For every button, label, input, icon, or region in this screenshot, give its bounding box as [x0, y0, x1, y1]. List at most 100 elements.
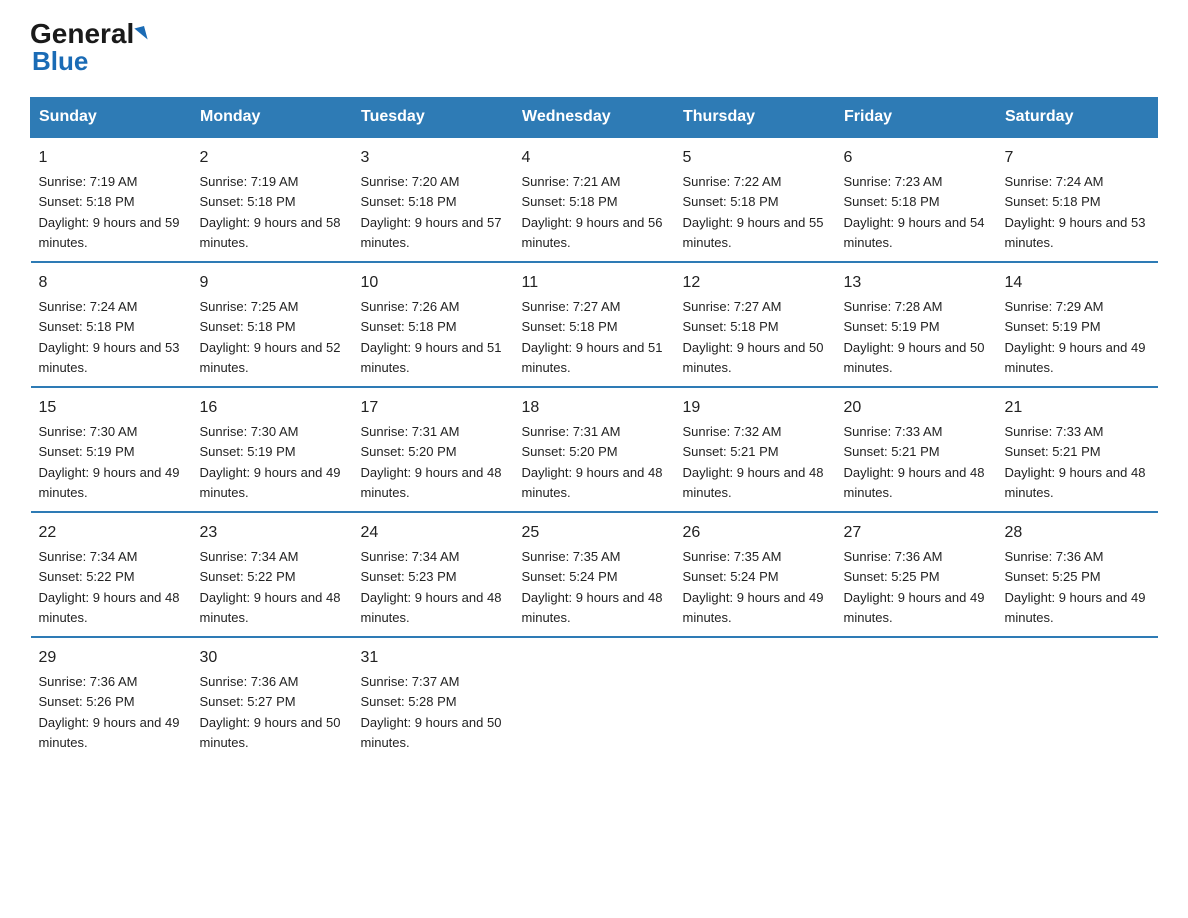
- week-row-3: 15 Sunrise: 7:30 AMSunset: 5:19 PMDaylig…: [31, 387, 1158, 512]
- day-cell-31: 31 Sunrise: 7:37 AMSunset: 5:28 PMDaylig…: [353, 637, 514, 761]
- day-number: 19: [683, 396, 828, 420]
- day-info: Sunrise: 7:30 AMSunset: 5:19 PMDaylight:…: [39, 424, 180, 500]
- day-cell-19: 19 Sunrise: 7:32 AMSunset: 5:21 PMDaylig…: [675, 387, 836, 512]
- day-cell-21: 21 Sunrise: 7:33 AMSunset: 5:21 PMDaylig…: [997, 387, 1158, 512]
- col-header-thursday: Thursday: [675, 98, 836, 138]
- day-number: 13: [844, 271, 989, 295]
- col-header-tuesday: Tuesday: [353, 98, 514, 138]
- day-cell-7: 7 Sunrise: 7:24 AMSunset: 5:18 PMDayligh…: [997, 137, 1158, 262]
- day-cell-1: 1 Sunrise: 7:19 AMSunset: 5:18 PMDayligh…: [31, 137, 192, 262]
- week-row-5: 29 Sunrise: 7:36 AMSunset: 5:26 PMDaylig…: [31, 637, 1158, 761]
- day-cell-13: 13 Sunrise: 7:28 AMSunset: 5:19 PMDaylig…: [836, 262, 997, 387]
- day-info: Sunrise: 7:34 AMSunset: 5:22 PMDaylight:…: [200, 549, 341, 625]
- col-header-friday: Friday: [836, 98, 997, 138]
- day-info: Sunrise: 7:33 AMSunset: 5:21 PMDaylight:…: [844, 424, 985, 500]
- day-cell-29: 29 Sunrise: 7:36 AMSunset: 5:26 PMDaylig…: [31, 637, 192, 761]
- empty-cell: [675, 637, 836, 761]
- day-info: Sunrise: 7:36 AMSunset: 5:25 PMDaylight:…: [1005, 549, 1146, 625]
- day-info: Sunrise: 7:34 AMSunset: 5:23 PMDaylight:…: [361, 549, 502, 625]
- day-number: 23: [200, 521, 345, 545]
- day-info: Sunrise: 7:22 AMSunset: 5:18 PMDaylight:…: [683, 174, 824, 250]
- day-number: 21: [1005, 396, 1150, 420]
- day-cell-25: 25 Sunrise: 7:35 AMSunset: 5:24 PMDaylig…: [514, 512, 675, 637]
- day-number: 26: [683, 521, 828, 545]
- day-cell-10: 10 Sunrise: 7:26 AMSunset: 5:18 PMDaylig…: [353, 262, 514, 387]
- calendar-table: SundayMondayTuesdayWednesdayThursdayFrid…: [30, 97, 1158, 761]
- day-cell-6: 6 Sunrise: 7:23 AMSunset: 5:18 PMDayligh…: [836, 137, 997, 262]
- day-info: Sunrise: 7:37 AMSunset: 5:28 PMDaylight:…: [361, 674, 502, 750]
- day-cell-17: 17 Sunrise: 7:31 AMSunset: 5:20 PMDaylig…: [353, 387, 514, 512]
- col-header-saturday: Saturday: [997, 98, 1158, 138]
- day-cell-8: 8 Sunrise: 7:24 AMSunset: 5:18 PMDayligh…: [31, 262, 192, 387]
- empty-cell: [514, 637, 675, 761]
- day-number: 30: [200, 646, 345, 670]
- day-info: Sunrise: 7:35 AMSunset: 5:24 PMDaylight:…: [522, 549, 663, 625]
- logo: General Blue: [30, 20, 146, 77]
- week-row-2: 8 Sunrise: 7:24 AMSunset: 5:18 PMDayligh…: [31, 262, 1158, 387]
- day-info: Sunrise: 7:29 AMSunset: 5:19 PMDaylight:…: [1005, 299, 1146, 375]
- day-info: Sunrise: 7:28 AMSunset: 5:19 PMDaylight:…: [844, 299, 985, 375]
- day-info: Sunrise: 7:27 AMSunset: 5:18 PMDaylight:…: [522, 299, 663, 375]
- day-cell-16: 16 Sunrise: 7:30 AMSunset: 5:19 PMDaylig…: [192, 387, 353, 512]
- day-number: 27: [844, 521, 989, 545]
- day-info: Sunrise: 7:36 AMSunset: 5:25 PMDaylight:…: [844, 549, 985, 625]
- day-number: 29: [39, 646, 184, 670]
- day-info: Sunrise: 7:35 AMSunset: 5:24 PMDaylight:…: [683, 549, 824, 625]
- day-number: 5: [683, 146, 828, 170]
- day-number: 22: [39, 521, 184, 545]
- day-cell-14: 14 Sunrise: 7:29 AMSunset: 5:19 PMDaylig…: [997, 262, 1158, 387]
- day-number: 25: [522, 521, 667, 545]
- day-number: 10: [361, 271, 506, 295]
- day-cell-26: 26 Sunrise: 7:35 AMSunset: 5:24 PMDaylig…: [675, 512, 836, 637]
- day-cell-27: 27 Sunrise: 7:36 AMSunset: 5:25 PMDaylig…: [836, 512, 997, 637]
- day-number: 8: [39, 271, 184, 295]
- day-cell-15: 15 Sunrise: 7:30 AMSunset: 5:19 PMDaylig…: [31, 387, 192, 512]
- day-info: Sunrise: 7:31 AMSunset: 5:20 PMDaylight:…: [361, 424, 502, 500]
- day-cell-12: 12 Sunrise: 7:27 AMSunset: 5:18 PMDaylig…: [675, 262, 836, 387]
- logo-general-text: General: [30, 20, 146, 48]
- day-cell-18: 18 Sunrise: 7:31 AMSunset: 5:20 PMDaylig…: [514, 387, 675, 512]
- day-info: Sunrise: 7:26 AMSunset: 5:18 PMDaylight:…: [361, 299, 502, 375]
- day-info: Sunrise: 7:21 AMSunset: 5:18 PMDaylight:…: [522, 174, 663, 250]
- day-info: Sunrise: 7:19 AMSunset: 5:18 PMDaylight:…: [200, 174, 341, 250]
- day-info: Sunrise: 7:25 AMSunset: 5:18 PMDaylight:…: [200, 299, 341, 375]
- day-number: 17: [361, 396, 506, 420]
- day-number: 2: [200, 146, 345, 170]
- page-header: General Blue: [30, 20, 1158, 77]
- day-info: Sunrise: 7:34 AMSunset: 5:22 PMDaylight:…: [39, 549, 180, 625]
- day-cell-23: 23 Sunrise: 7:34 AMSunset: 5:22 PMDaylig…: [192, 512, 353, 637]
- day-cell-22: 22 Sunrise: 7:34 AMSunset: 5:22 PMDaylig…: [31, 512, 192, 637]
- day-number: 31: [361, 646, 506, 670]
- day-info: Sunrise: 7:30 AMSunset: 5:19 PMDaylight:…: [200, 424, 341, 500]
- week-row-1: 1 Sunrise: 7:19 AMSunset: 5:18 PMDayligh…: [31, 137, 1158, 262]
- day-number: 1: [39, 146, 184, 170]
- day-info: Sunrise: 7:31 AMSunset: 5:20 PMDaylight:…: [522, 424, 663, 500]
- day-info: Sunrise: 7:36 AMSunset: 5:27 PMDaylight:…: [200, 674, 341, 750]
- col-header-sunday: Sunday: [31, 98, 192, 138]
- day-number: 18: [522, 396, 667, 420]
- day-number: 16: [200, 396, 345, 420]
- day-number: 20: [844, 396, 989, 420]
- day-number: 6: [844, 146, 989, 170]
- day-info: Sunrise: 7:27 AMSunset: 5:18 PMDaylight:…: [683, 299, 824, 375]
- day-number: 9: [200, 271, 345, 295]
- day-cell-5: 5 Sunrise: 7:22 AMSunset: 5:18 PMDayligh…: [675, 137, 836, 262]
- day-number: 11: [522, 271, 667, 295]
- day-cell-4: 4 Sunrise: 7:21 AMSunset: 5:18 PMDayligh…: [514, 137, 675, 262]
- empty-cell: [836, 637, 997, 761]
- day-cell-20: 20 Sunrise: 7:33 AMSunset: 5:21 PMDaylig…: [836, 387, 997, 512]
- day-info: Sunrise: 7:32 AMSunset: 5:21 PMDaylight:…: [683, 424, 824, 500]
- day-number: 24: [361, 521, 506, 545]
- day-info: Sunrise: 7:36 AMSunset: 5:26 PMDaylight:…: [39, 674, 180, 750]
- logo-blue-text: Blue: [32, 46, 88, 77]
- day-number: 4: [522, 146, 667, 170]
- day-cell-2: 2 Sunrise: 7:19 AMSunset: 5:18 PMDayligh…: [192, 137, 353, 262]
- calendar-header-row: SundayMondayTuesdayWednesdayThursdayFrid…: [31, 98, 1158, 138]
- day-info: Sunrise: 7:19 AMSunset: 5:18 PMDaylight:…: [39, 174, 180, 250]
- day-number: 15: [39, 396, 184, 420]
- empty-cell: [997, 637, 1158, 761]
- day-info: Sunrise: 7:33 AMSunset: 5:21 PMDaylight:…: [1005, 424, 1146, 500]
- day-cell-9: 9 Sunrise: 7:25 AMSunset: 5:18 PMDayligh…: [192, 262, 353, 387]
- day-cell-28: 28 Sunrise: 7:36 AMSunset: 5:25 PMDaylig…: [997, 512, 1158, 637]
- day-cell-3: 3 Sunrise: 7:20 AMSunset: 5:18 PMDayligh…: [353, 137, 514, 262]
